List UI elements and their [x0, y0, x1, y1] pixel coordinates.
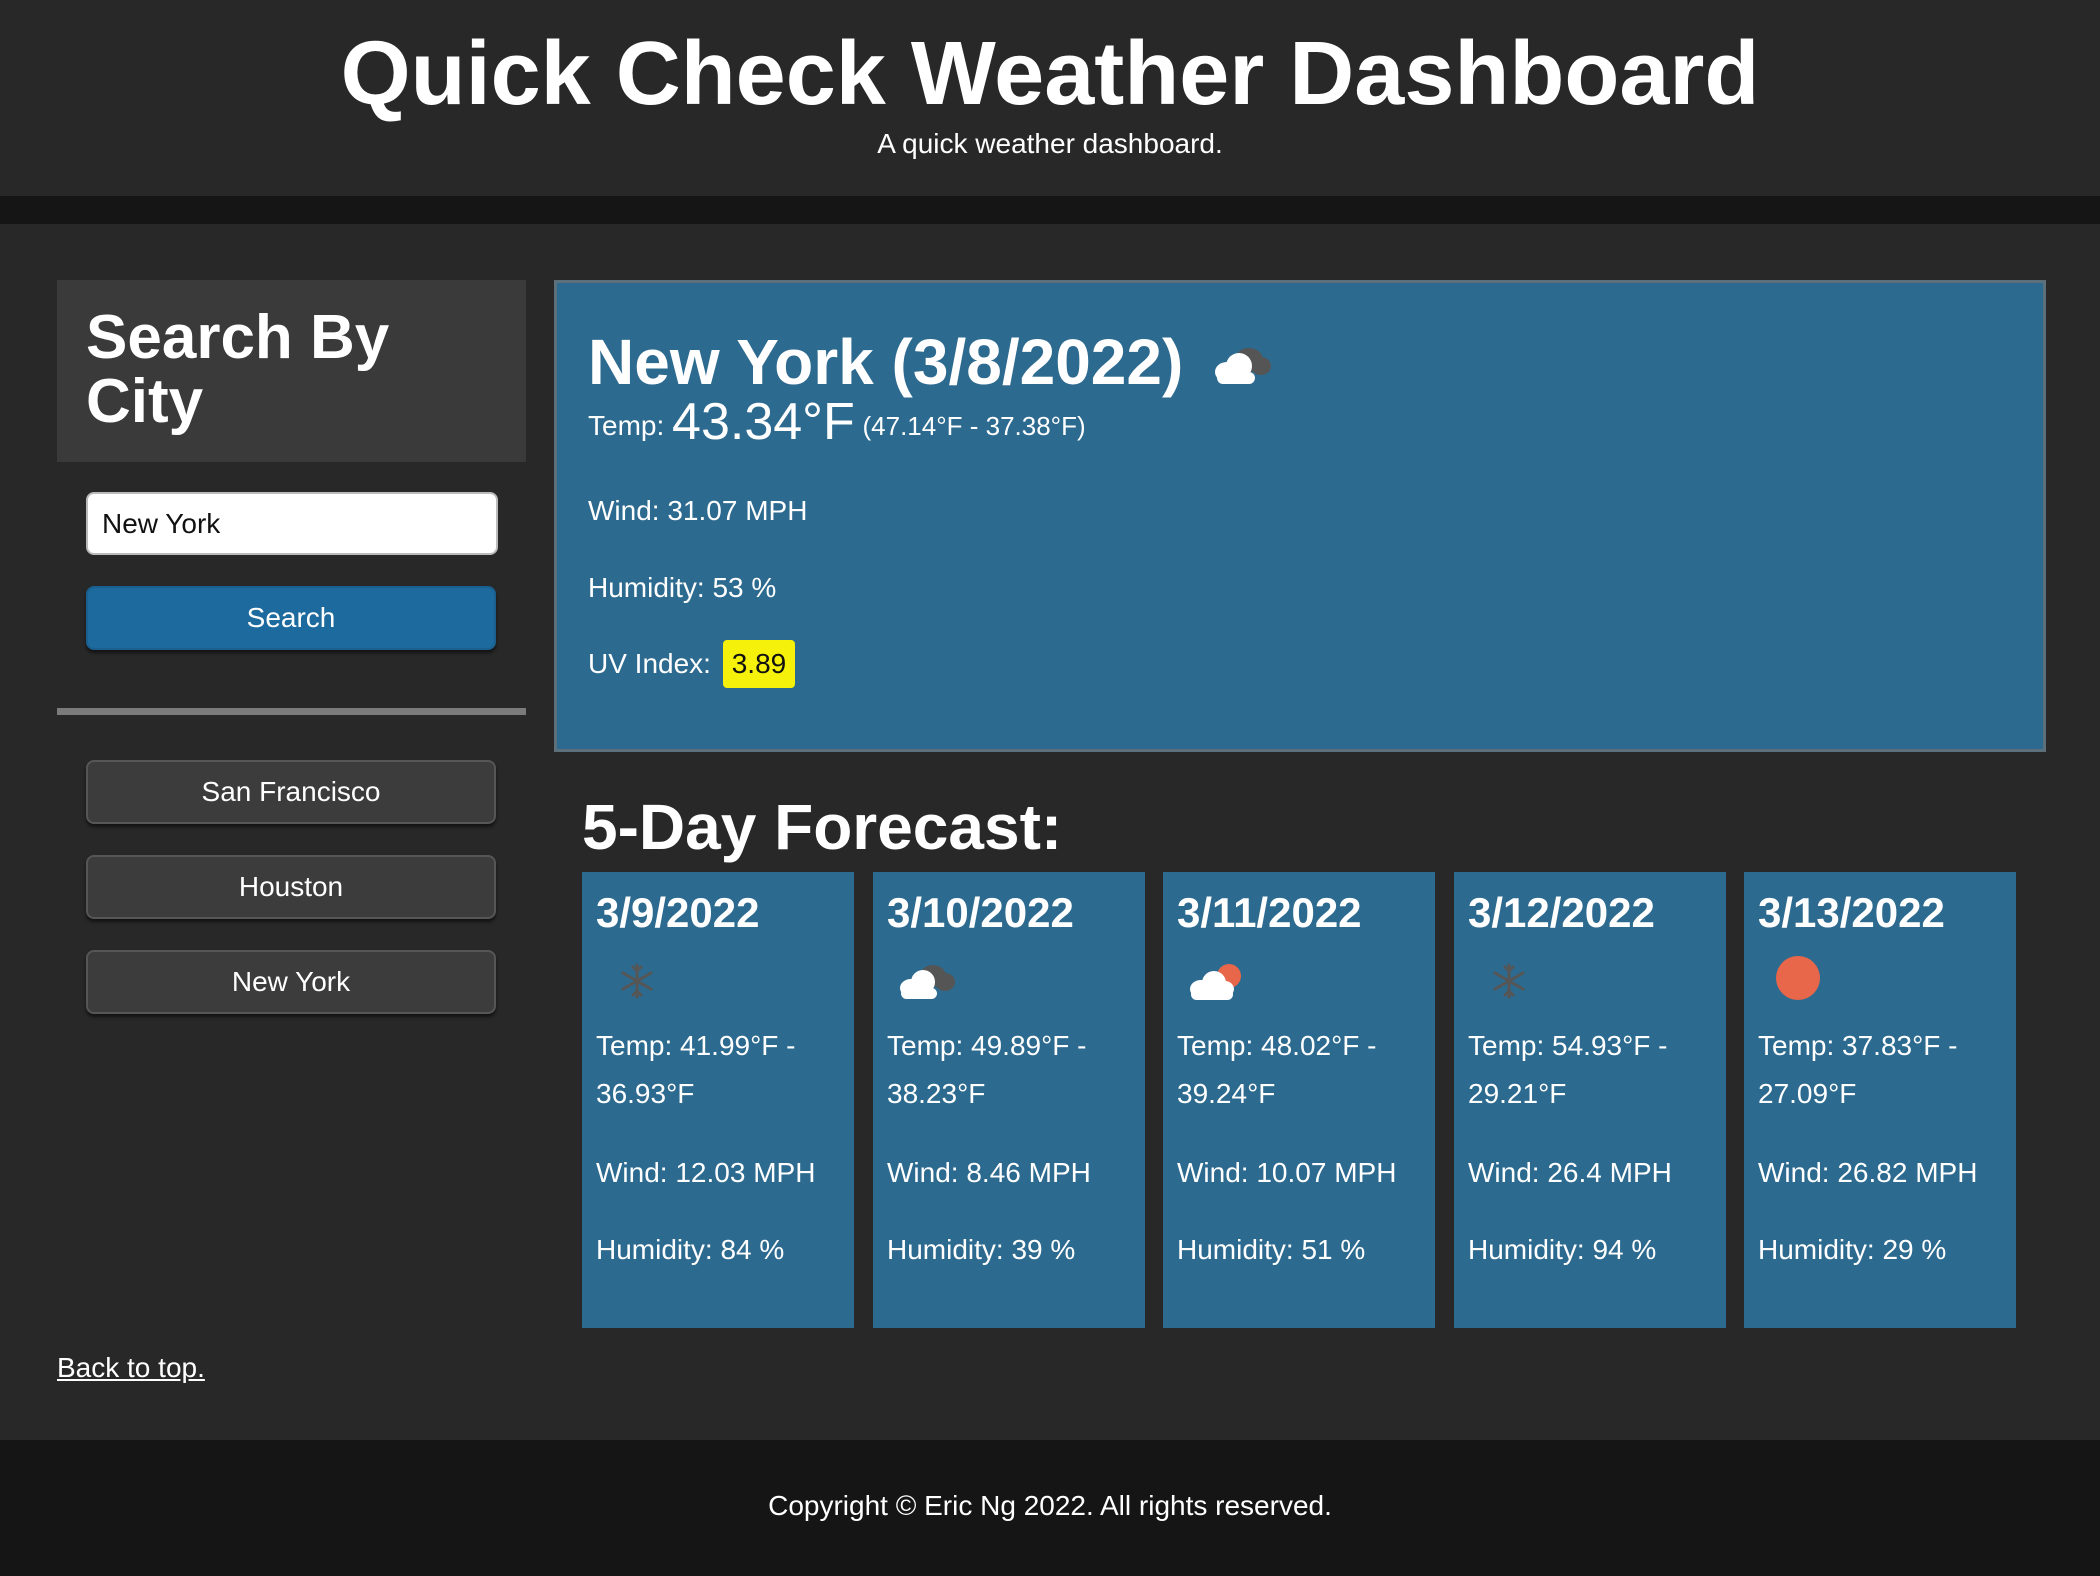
temp-range: (47.14°F - 37.38°F): [862, 411, 1086, 441]
current-wind: Wind: 31.07 MPH: [588, 495, 808, 526]
snow-icon: [1484, 956, 1534, 1006]
current-weather-panel: New York (3/8/2022) Temp: 43.34°F (47.14…: [554, 280, 2046, 752]
forecast-temp-low: 38.23°F: [887, 1078, 986, 1109]
forecast-card: 3/13/2022 Temp: 37.83°F - 27.09°F Wind: …: [1744, 872, 2016, 1328]
forecast-wind: Wind: 26.4 MPH: [1468, 1157, 1672, 1188]
forecast-humidity: Humidity: 29 %: [1758, 1234, 1947, 1265]
cloud-icon: [895, 956, 955, 1006]
current-temperature: Temp: 43.34°F (47.14°F - 37.38°F): [588, 396, 1086, 448]
sidebar-heading-box: Search By City: [57, 280, 526, 462]
partly-cloudy-icon: [1187, 956, 1241, 1006]
history-button-houston[interactable]: Houston: [86, 855, 496, 919]
forecast-date: 3/13/2022: [1758, 889, 1945, 936]
forecast-card: 3/11/2022 Temp: 48.02°F - 39.24°F Wind: …: [1163, 872, 1435, 1328]
forecast-date: 3/12/2022: [1468, 889, 1655, 936]
temp-value: 43.34°F: [672, 393, 855, 451]
history-button-new-york[interactable]: New York: [86, 950, 496, 1014]
page-subtitle: A quick weather dashboard.: [877, 128, 1223, 159]
forecast-temp-high: Temp: 37.83°F -: [1758, 1030, 1958, 1061]
forecast-date: 3/11/2022: [1177, 889, 1362, 936]
temp-label: Temp:: [588, 410, 665, 441]
forecast-temp-high: Temp: 49.89°F -: [887, 1030, 1087, 1061]
forecast-humidity: Humidity: 51 %: [1177, 1234, 1366, 1265]
forecast-card: 3/12/2022 Temp: 54.93°F - 29.21°F Wind: …: [1454, 872, 1726, 1328]
forecast-temp-low: 36.93°F: [596, 1078, 695, 1109]
cloud-icon: [1209, 327, 1273, 401]
search-button[interactable]: Search: [86, 586, 496, 650]
forecast-humidity: Humidity: 94 %: [1468, 1234, 1657, 1265]
forecast-temp-high: Temp: 54.93°F -: [1468, 1030, 1668, 1061]
uv-label: UV Index:: [588, 648, 711, 679]
forecast-temp-high: Temp: 41.99°F -: [596, 1030, 796, 1061]
forecast-wind: Wind: 8.46 MPH: [887, 1157, 1091, 1188]
city-search-input[interactable]: [86, 492, 498, 555]
forecast-card: 3/10/2022 Temp: 49.89°F - 38.23°F Wind: …: [873, 872, 1145, 1328]
page-footer: Copyright © Eric Ng 2022. All rights res…: [0, 1440, 2100, 1576]
forecast-temp-low: 39.24°F: [1177, 1078, 1276, 1109]
page-title: Quick Check Weather Dashboard: [340, 24, 1760, 124]
back-to-top-link[interactable]: Back to top.: [57, 1352, 205, 1384]
uv-badge: 3.89: [722, 640, 796, 688]
page-header: Quick Check Weather Dashboard A quick we…: [0, 0, 2100, 196]
header-divider-band: [0, 196, 2100, 224]
forecast-wind: Wind: 26.82 MPH: [1758, 1157, 1978, 1188]
forecast-temp-low: 29.21°F: [1468, 1078, 1567, 1109]
forecast-temp-low: 27.09°F: [1758, 1078, 1857, 1109]
sun-icon: [1776, 956, 1826, 1006]
forecast-card: 3/9/2022 Temp: 41.99°F - 36.93°F Wind: 1…: [582, 872, 854, 1328]
forecast-date: 3/10/2022: [887, 889, 1074, 936]
forecast-humidity: Humidity: 39 %: [887, 1234, 1076, 1265]
snow-icon: [612, 956, 662, 1006]
current-humidity: Humidity: 53 %: [588, 572, 777, 603]
forecast-temp-high: Temp: 48.02°F -: [1177, 1030, 1377, 1061]
current-city-title: New York (3/8/2022): [588, 325, 1273, 401]
sidebar-heading: Search By City: [86, 303, 390, 436]
current-city-date: New York (3/8/2022): [588, 326, 1184, 398]
copyright-text: Copyright © Eric Ng 2022. All rights res…: [768, 1490, 1332, 1521]
sidebar-divider: [57, 708, 526, 715]
forecast-wind: Wind: 10.07 MPH: [1177, 1157, 1397, 1188]
forecast-date: 3/9/2022: [596, 889, 760, 936]
forecast-humidity: Humidity: 84 %: [596, 1234, 785, 1265]
forecast-wind: Wind: 12.03 MPH: [596, 1157, 816, 1188]
forecast-title: 5-Day Forecast:: [582, 791, 1063, 863]
current-uv-index: UV Index: 3.89: [588, 640, 796, 688]
history-button-san-francisco[interactable]: San Francisco: [86, 760, 496, 824]
